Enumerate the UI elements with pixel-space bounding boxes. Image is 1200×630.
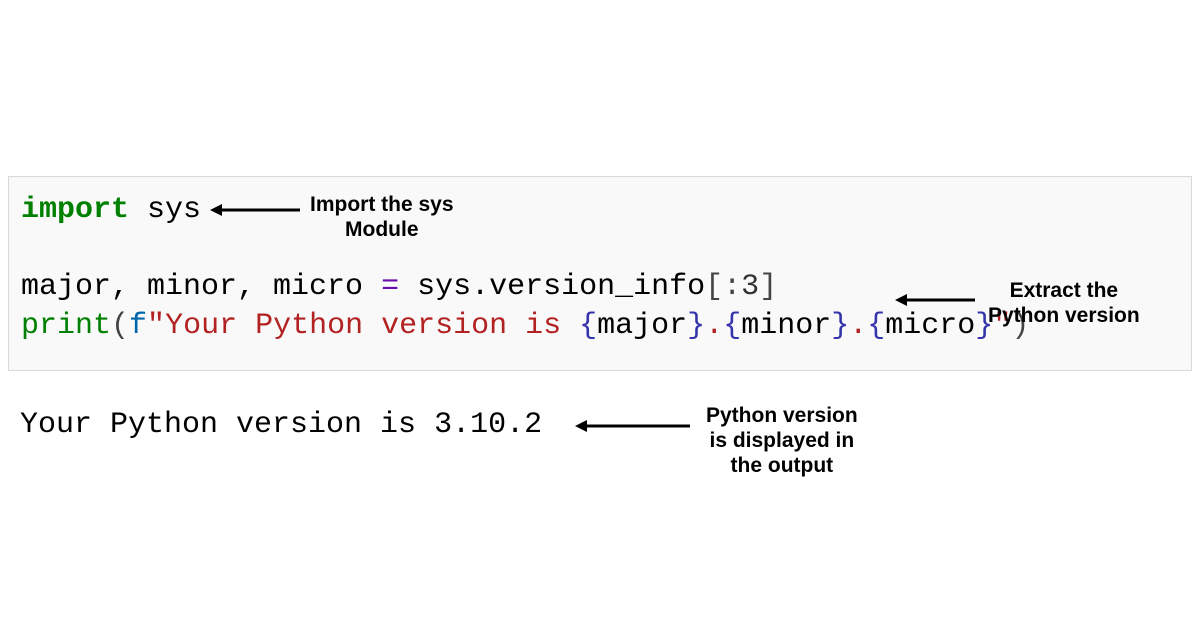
lbracket: [ (705, 270, 723, 304)
output-line: Your Python version is 3.10.2 (20, 408, 542, 442)
var-micro: micro (885, 309, 975, 343)
annotation-1-line-2: Module (345, 218, 419, 241)
lbrace-2: { (723, 309, 741, 343)
keyword-import: import (21, 193, 129, 227)
slice-num: 3 (741, 270, 759, 304)
equals-op: = (381, 270, 399, 304)
str-open: " (147, 309, 165, 343)
attr: .version_info (471, 270, 705, 304)
sys-name: sys (399, 270, 471, 304)
annotation-1: Import the sys Module (310, 192, 454, 242)
vars: major, minor, micro (21, 270, 381, 304)
annotation-3-line-2: is displayed in (709, 429, 854, 452)
rbrace-1: } (687, 309, 705, 343)
annotation-3-line-1: Python version (706, 404, 858, 427)
slice-colon: : (723, 270, 741, 304)
str-text: Your Python version is (165, 309, 579, 343)
rbracket: ] (759, 270, 777, 304)
annotation-2: Extract the Python version (988, 278, 1140, 328)
lbrace-3: { (867, 309, 885, 343)
blank-line (21, 230, 1179, 268)
print-builtin: print (21, 309, 111, 343)
var-major: major (597, 309, 687, 343)
code-block: import sys major, minor, micro = sys.ver… (8, 176, 1192, 371)
code-line-1: import sys (21, 191, 1179, 230)
annotation-2-line-1: Extract the (1010, 279, 1119, 302)
var-minor: minor (741, 309, 831, 343)
dot-1: . (705, 309, 723, 343)
arrow-3-icon (575, 416, 700, 436)
dot-2: . (849, 309, 867, 343)
rbrace-2: } (831, 309, 849, 343)
arrow-2-icon (895, 290, 985, 310)
annotation-1-line-1: Import the sys (310, 193, 454, 216)
arrow-1-icon (210, 200, 310, 220)
lparen: ( (111, 309, 129, 343)
annotation-3-line-3: the output (731, 454, 834, 477)
fprefix: f (129, 309, 147, 343)
annotation-2-line-2: Python version (988, 304, 1140, 327)
module-name: sys (147, 193, 201, 227)
lbrace-1: { (579, 309, 597, 343)
annotation-3: Python version is displayed in the outpu… (706, 403, 858, 479)
